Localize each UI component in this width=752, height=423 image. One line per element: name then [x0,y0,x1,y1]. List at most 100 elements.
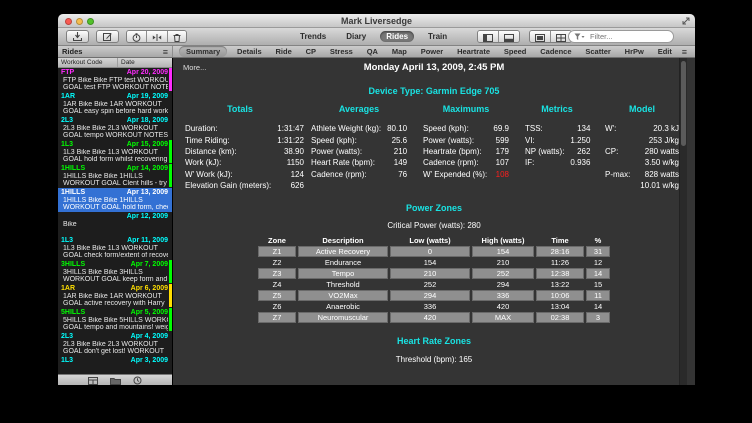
zone-percent: 14 [586,302,610,311]
sidebar-menu-icon[interactable]: ≡ [163,47,168,57]
column-date[interactable]: Date [118,58,135,67]
zone-row: Z4 Threshold 252 294 13:22 15 [258,280,610,289]
analysis-tab[interactable]: Summary [179,46,227,57]
minimize-window-icon[interactable] [76,18,83,25]
ride-list-item[interactable]: FTP Apr 20, 2009 FTP Bike Bike FTP test … [58,68,172,92]
ride-list-item[interactable]: 1L3 Apr 15, 2009 1L3 Bike Bike 1L3 WORKO… [58,140,172,164]
sidebar-footer-toolbar [58,374,172,385]
averages-column: Averages Athlete Weight (kg):80.10Speed … [311,104,407,191]
analysis-tab[interactable]: Map [388,47,411,56]
analysis-tab[interactable]: Details [233,47,266,56]
more-link[interactable]: More... [183,63,206,72]
view-tab[interactable]: Diary [340,31,372,42]
import-ride-button[interactable] [66,30,89,43]
ride-code: FTP [61,69,74,77]
metric-value: 149 [381,157,407,168]
tab-menu-icon[interactable]: ≡ [682,47,687,57]
ride-desc-line2: GOAL tempo and mountains! weight [61,324,168,332]
metric-row: 3.50 w/kg [605,157,679,168]
metrics-heading: Metrics [525,104,589,114]
analysis-tab[interactable]: QA [363,47,382,56]
metric-row: W':20.3 kJ [605,123,679,134]
metric-label: VI: [525,134,564,145]
analysis-tab[interactable]: Heartrate [453,47,494,56]
metric-row: Cadence (rpm):76 [311,169,407,180]
folder-icon[interactable] [110,377,121,385]
analysis-tab[interactable]: Cadence [536,47,575,56]
metric-row: Elevation Gain (meters):626 [185,180,304,191]
ride-list-item[interactable]: 1L3 Apr 11, 2009 1L3 Bike Bike 1L3 WORKO… [58,236,172,260]
filter-box[interactable] [568,30,674,43]
tabbed-view-button[interactable] [530,31,551,43]
zone-high: 210 [472,258,534,267]
ride-desc-line1: 5HILLS Bike Bike 5HILLS WORKOUT [61,317,168,325]
ride-desc-line2: GOAL test FTP WORKOUT NOTES [61,84,168,92]
analysis-tab[interactable]: Ride [272,47,296,56]
analysis-tab[interactable]: Edit [654,47,676,56]
ride-list-item[interactable]: 1AR Apr 19, 2009 1AR Bike Bike 1AR WORKO… [58,92,172,116]
metric-value: 38.90 [271,146,304,157]
ride-list-item[interactable]: 5HILLS Apr 5, 2009 5HILLS Bike Bike 5HIL… [58,308,172,332]
metric-row: Power (watts):210 [311,146,407,157]
ride-list-item[interactable]: 3HILLS Apr 7, 2009 3HILLS Bike Bike 3HIL… [58,260,172,284]
clock-icon[interactable] [133,376,142,385]
ride-list-item[interactable]: Apr 12, 2009 Bike [58,212,172,236]
metric-row: Power (watts):599 [423,134,509,145]
manual-entry-button[interactable] [96,30,119,43]
vertical-scrollbar[interactable] [679,58,687,385]
analysis-tab[interactable]: HrPw [621,47,648,56]
view-tab[interactable]: Rides [380,31,414,42]
metric-value: 253 J/kg [632,134,679,145]
ride-list-item[interactable]: 1AR Apr 6, 2009 1AR Bike Bike 1AR WORKOU… [58,284,172,308]
start-workout-button[interactable] [127,31,147,43]
maximums-heading: Maximums [423,104,509,114]
delete-ride-button[interactable] [168,31,186,43]
panes-icon[interactable] [88,377,98,385]
zone-time: 12:38 [536,268,584,279]
sidebar-toggle-button[interactable] [478,31,499,43]
averages-heading: Averages [311,104,407,114]
view-tab[interactable]: Trends [294,31,332,42]
layout-toggles [529,30,572,43]
window-title: Mark Liversedge [58,14,695,28]
ride-list-item[interactable]: 1HILLS Apr 13, 2009 1HILLS Bike Bike 1HI… [58,188,172,212]
device-type: Device Type: Garmin Edge 705 [173,86,695,96]
ride-color-stripe [169,284,172,307]
analysis-tab[interactable]: Stress [326,47,357,56]
zone-id: Z4 [258,280,296,289]
analysis-tab[interactable]: Power [417,47,448,56]
metric-label: Time Riding: [185,134,271,145]
ride-date: Apr 7, 2009 [131,261,168,269]
ride-desc-line2: WORKOUT GOAL hold form, check [61,204,168,212]
compose-icon [103,32,112,41]
ride-list-item[interactable]: 2L3 Apr 18, 2009 2L3 Bike Bike 2L3 WORKO… [58,116,172,140]
scrollbar-thumb[interactable] [681,61,686,146]
split-ride-button[interactable] [147,31,168,43]
view-tab[interactable]: Train [422,31,453,42]
ride-list-item[interactable]: 1L3 Apr 3, 2009 [58,356,172,374]
summary-panel: More... Monday April 13, 2009, 2:45 PM D… [173,58,695,385]
ride-color-stripe [169,356,172,374]
ride-date: Apr 6, 2009 [131,285,168,293]
metric-value: 599 [487,134,509,145]
ride-list-item[interactable]: 1HILLS Apr 14, 2009 1HILLS Bike Bike 1HI… [58,164,172,188]
zone-row: Z3 Tempo 210 252 12:38 14 [258,268,610,279]
ride-list-item[interactable]: 2L3 Apr 4, 2009 2L3 Bike Bike 2L3 WORKOU… [58,332,172,356]
view-switcher: Trends Diary Rides Train [294,31,453,42]
fullscreen-icon[interactable] [682,17,690,25]
analysis-tab[interactable]: CP [302,47,320,56]
filter-input[interactable] [588,31,668,42]
metric-row: Speed (kph):25.6 [311,134,407,145]
metric-value: 179 [487,146,509,157]
ride-date: Apr 11, 2009 [127,237,168,245]
close-window-icon[interactable] [65,18,72,25]
analysis-tab[interactable]: Speed [500,47,531,56]
zone-id: Z7 [258,312,296,323]
column-workout-code[interactable]: Workout Code [58,58,118,67]
metric-value: 1.250 [564,134,590,145]
zoom-window-icon[interactable] [87,18,94,25]
analysis-tab[interactable]: Scatter [581,47,614,56]
metric-value: 20.3 kJ [632,123,679,134]
ride-date: Apr 20, 2009 [127,69,168,77]
lowbar-toggle-button[interactable] [499,31,519,43]
